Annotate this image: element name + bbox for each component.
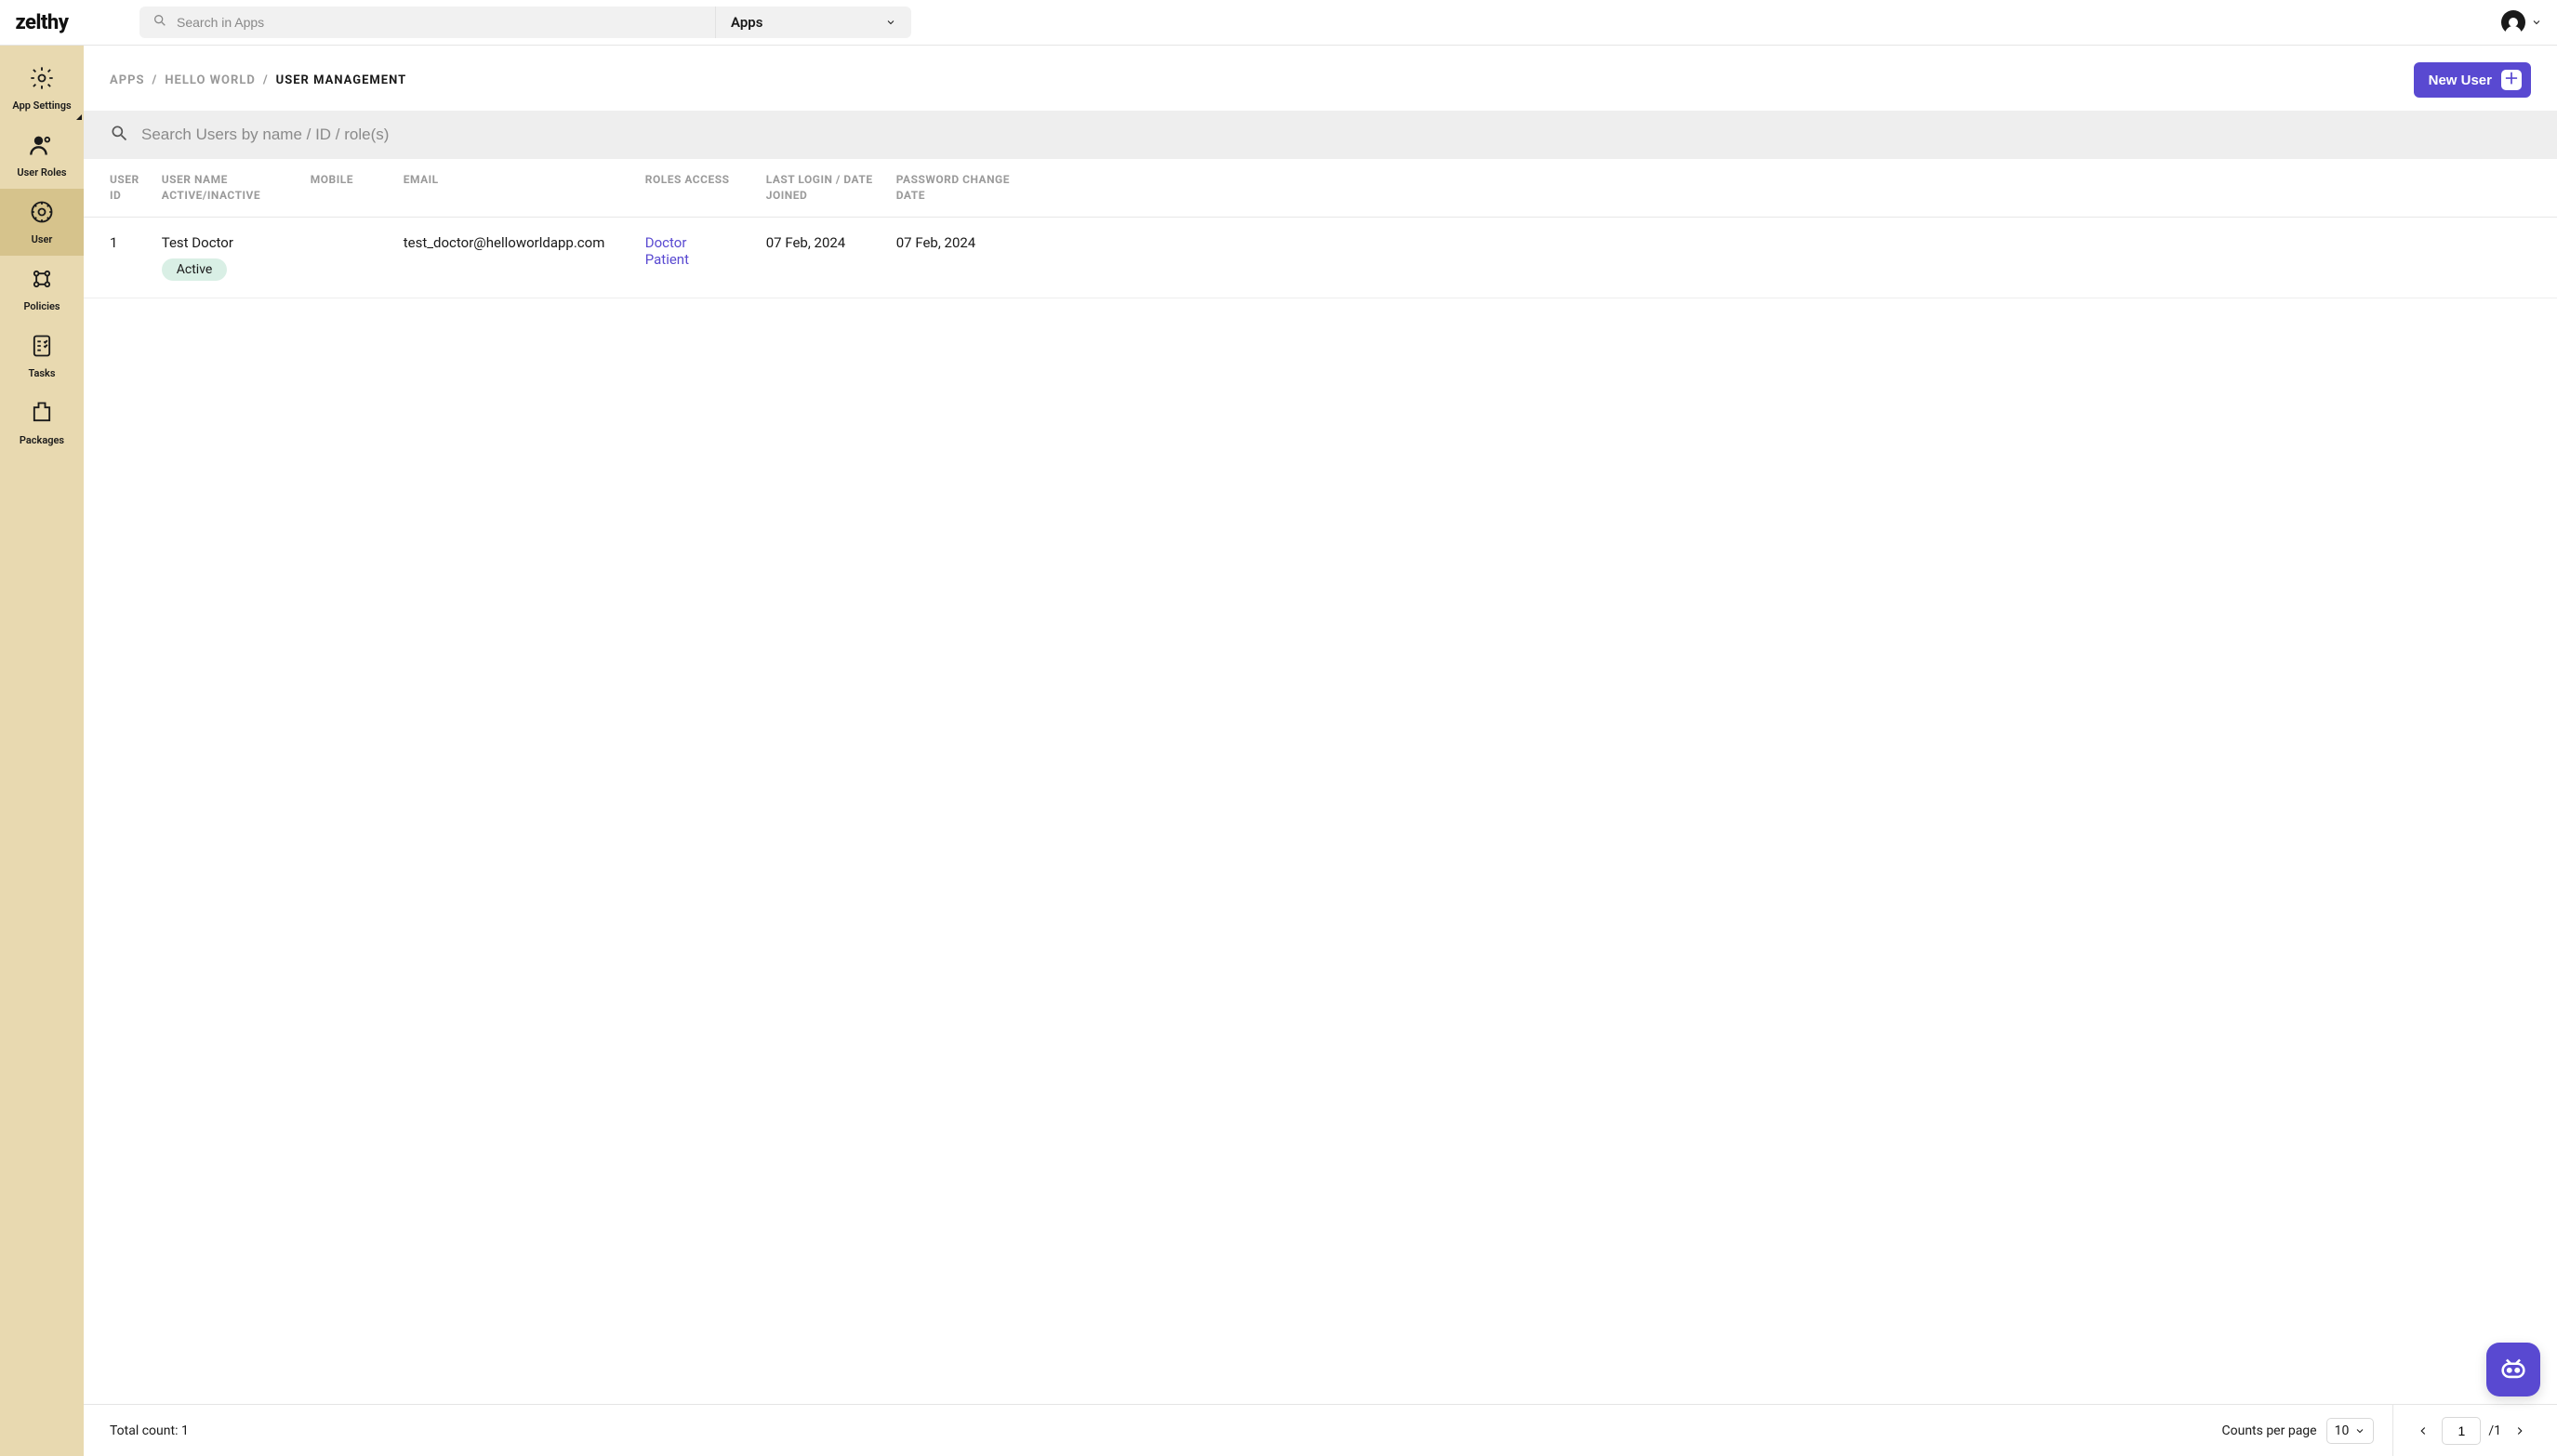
cell-user-name: Test Doctor Active [151,217,299,298]
search-scope-dropdown[interactable]: Apps [716,7,911,38]
col-last-login: LAST LOGIN / DATE JOINED [755,159,885,217]
page-header: APPS / HELLO WORLD / USER MANAGEMENT New… [84,46,2557,111]
user-role-icon [29,132,55,161]
cell-roles: Doctor Patient [634,217,755,298]
table-row[interactable]: 1 Test Doctor Active test_doctor@hellowo… [84,217,2557,298]
cell-email: test_doctor@helloworldapp.com [392,217,634,298]
status-badge: Active [162,258,228,281]
breadcrumb-sep: / [263,73,269,87]
pager: /1 [2392,1405,2531,1456]
global-search: Apps [139,7,911,38]
prev-page-button[interactable] [2412,1420,2434,1442]
sidebar-item-label: App Settings [12,99,71,112]
total-count: Total count: 1 [110,1423,189,1438]
sidebar-item-user-roles[interactable]: User Roles [0,122,84,189]
per-page-value: 10 [2335,1423,2350,1438]
sidebar-item-label: Tasks [28,367,55,379]
cell-pwd-change: 07 Feb, 2024 [885,217,1034,298]
global-search-box[interactable] [139,7,716,38]
submenu-indicator-icon [76,114,82,120]
user-search-input[interactable] [141,126,2531,144]
page-total: /1 [2488,1423,2501,1438]
policies-icon [29,266,55,295]
new-user-button[interactable]: New User ＋ [2414,62,2531,98]
sidebar-item-tasks[interactable]: Tasks [0,323,84,390]
bot-icon [2497,1352,2529,1387]
breadcrumb-current: USER MANAGEMENT [276,73,407,87]
per-page-label: Counts per page [2222,1423,2317,1438]
topbar: zelthy Apps [0,0,2557,46]
cell-user-id: 1 [84,217,151,298]
col-mobile: MOBILE [299,159,392,217]
sidebar-item-label: User Roles [17,166,66,179]
cell-mobile [299,217,392,298]
users-table: USER ID USER NAME ACTIVE/INACTIVE MOBILE… [84,159,2557,298]
user-name: Test Doctor [162,234,288,251]
col-user-name: USER NAME ACTIVE/INACTIVE [151,159,299,217]
avatar-icon [2501,10,2525,34]
new-user-label: New User [2429,73,2492,88]
sidebar-item-label: User [32,233,53,245]
tasks-icon [29,333,55,362]
search-scope-label: Apps [731,14,762,31]
sidebar: App Settings User Roles User Policies [0,46,84,1456]
search-icon [110,124,128,146]
search-icon [152,13,167,32]
profile-menu[interactable] [2497,7,2546,38]
sidebar-item-user[interactable]: User [0,189,84,256]
packages-icon [29,400,55,429]
user-searchbar [84,111,2557,159]
col-pwd-change: PASSWORD CHANGE DATE [885,159,1034,217]
breadcrumb-part[interactable]: APPS [110,73,145,87]
chevron-down-icon [2354,1425,2365,1436]
user-gear-icon [29,199,55,228]
plus-icon: ＋ [2501,70,2522,90]
total-count-value: 1 [181,1423,189,1438]
breadcrumb-sep: / [152,73,158,87]
page-input[interactable] [2442,1417,2481,1445]
next-page-button[interactable] [2509,1420,2531,1442]
total-count-label: Total count: [110,1423,178,1438]
assistant-button[interactable] [2486,1343,2540,1396]
per-page: Counts per page 10 [2222,1418,2375,1444]
brand-logo[interactable]: zelthy [0,11,84,34]
chevron-down-icon [885,17,896,28]
sidebar-item-label: Packages [20,434,64,446]
per-page-select[interactable]: 10 [2326,1418,2375,1444]
col-email: EMAIL [392,159,634,217]
sidebar-item-policies[interactable]: Policies [0,256,84,323]
users-table-wrap: USER ID USER NAME ACTIVE/INACTIVE MOBILE… [84,159,2557,1404]
sidebar-item-app-settings[interactable]: App Settings [0,55,84,122]
role-link[interactable]: Doctor [645,234,744,251]
sidebar-item-packages[interactable]: Packages [0,390,84,457]
sidebar-item-label: Policies [23,300,60,312]
role-link[interactable]: Patient [645,251,744,268]
breadcrumb-part[interactable]: HELLO WORLD [165,73,256,87]
table-footer: Total count: 1 Counts per page 10 /1 [84,1404,2557,1456]
chevron-down-icon [2531,17,2542,28]
breadcrumb: APPS / HELLO WORLD / USER MANAGEMENT [110,73,406,87]
gear-icon [29,65,55,94]
cell-last-login: 07 Feb, 2024 [755,217,885,298]
main: APPS / HELLO WORLD / USER MANAGEMENT New… [84,46,2557,1456]
col-user-id: USER ID [84,159,151,217]
global-search-input[interactable] [177,15,702,30]
col-roles: ROLES ACCESS [634,159,755,217]
